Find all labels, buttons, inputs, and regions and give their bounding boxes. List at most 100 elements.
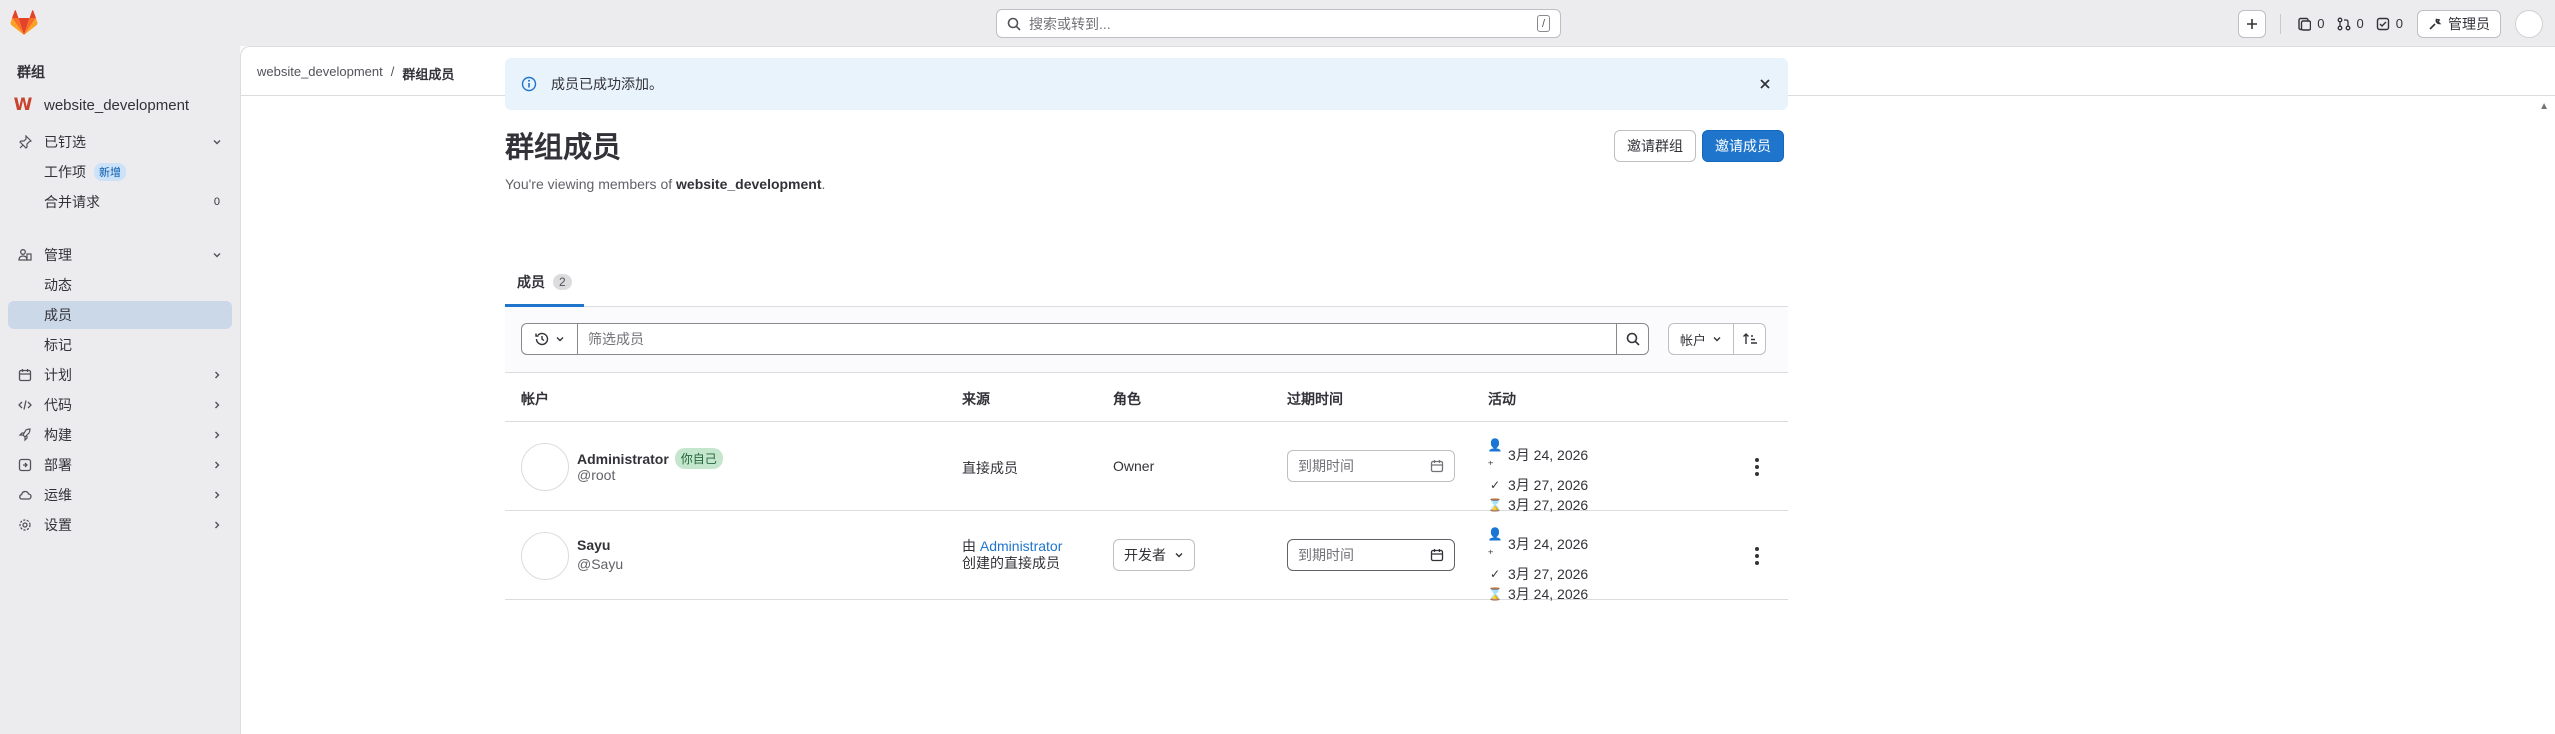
avatar[interactable]	[521, 443, 569, 491]
role-dropdown[interactable]: 开发者	[1113, 539, 1195, 571]
filter-search-button[interactable]	[1617, 323, 1649, 355]
user-avatar[interactable]	[2515, 9, 2543, 38]
top-bar: 搜索或转到... / 0 0 0 管理员	[0, 0, 2555, 46]
more-actions-kebab-icon[interactable]	[1749, 458, 1765, 476]
users-icon	[16, 246, 34, 264]
chevron-right-icon	[212, 397, 222, 413]
user-add-icon: 👤⁺	[1487, 438, 1503, 472]
page-title: 群组成员	[505, 132, 622, 164]
sidebar-group-link[interactable]: W website_development	[12, 94, 189, 116]
breadcrumb: website_development / 群组成员	[257, 64, 454, 83]
issues-button[interactable]: 0	[2291, 10, 2330, 38]
sidebar-item-label: 计划	[44, 367, 72, 383]
column-header-role: 角色	[1113, 391, 1141, 407]
breadcrumb-separator: /	[390, 64, 395, 79]
sidebar-item-labels[interactable]: 标记	[8, 331, 232, 359]
sort-field-dropdown[interactable]: 帐户	[1668, 323, 1734, 355]
source-prefix: 由	[962, 538, 976, 554]
tabs: 成员 2	[505, 260, 1788, 307]
member-source: 直接成员	[962, 460, 1018, 476]
invite-members-button[interactable]: 邀请成员	[1702, 130, 1784, 162]
sidebar-item-build[interactable]: 构建	[8, 421, 232, 449]
chevron-down-icon	[1175, 553, 1183, 558]
member-name-link[interactable]: Sayu	[577, 537, 610, 553]
sidebar-item-label: 代码	[44, 397, 72, 413]
subtitle-prefix: You're viewing members of	[505, 176, 677, 192]
sort-direction-button[interactable]	[1734, 323, 1766, 355]
user-created-date: 3月 27, 2026	[1508, 566, 1589, 582]
member-name-link[interactable]: Administrator	[577, 451, 669, 467]
member-username: @root	[577, 467, 616, 483]
sidebar-item-plan[interactable]: 计划	[8, 361, 232, 389]
member-role: Owner	[1113, 458, 1155, 474]
calendar-icon	[1430, 549, 1444, 562]
rocket-icon	[16, 426, 34, 444]
new-badge: 新增	[94, 163, 126, 181]
plus-icon	[2247, 18, 2258, 29]
filter-members-input[interactable]: 筛选成员	[577, 323, 1617, 355]
tab-label: 成员	[517, 274, 545, 290]
check-icon: ✓	[1489, 478, 1501, 492]
gitlab-logo-icon[interactable]	[10, 10, 38, 36]
merge-requests-button[interactable]: 0	[2331, 10, 2370, 38]
sidebar-item-merge-requests[interactable]: 合并请求 0	[8, 188, 232, 216]
source-suffix: 创建的直接成员	[962, 555, 1060, 571]
column-header-account: 帐户	[521, 391, 549, 407]
table-row: Sayu @Sayu 由 Administrator 创建的直接成员 开发者 到…	[505, 511, 1788, 602]
search-history-dropdown[interactable]	[521, 323, 577, 355]
sidebar-item-label: 合并请求	[44, 194, 100, 210]
sidebar-item-settings[interactable]: 设置	[8, 511, 232, 539]
invite-group-button[interactable]: 邀请群组	[1614, 130, 1696, 162]
column-header-expiration: 过期时间	[1287, 391, 1343, 407]
expiration-date-input[interactable]: 到期时间	[1287, 450, 1455, 482]
chevron-right-icon	[212, 457, 222, 473]
last-activity-date: 3月 24, 2026	[1508, 586, 1589, 602]
sidebar-context-title: 群组	[17, 64, 45, 80]
chevron-right-icon	[212, 517, 222, 533]
close-icon[interactable]	[1758, 77, 1772, 91]
expiration-placeholder: 到期时间	[1298, 547, 1354, 563]
subtitle-group: website_development	[676, 176, 822, 192]
chevron-right-icon	[212, 427, 222, 443]
member-name: Administrator 你自己	[577, 448, 723, 469]
tab-members[interactable]: 成员 2	[505, 260, 584, 307]
breadcrumb-current[interactable]: 群组成员	[402, 64, 454, 83]
create-new-button[interactable]	[2238, 9, 2267, 38]
todos-count: 0	[2395, 16, 2403, 31]
merge-requests-count: 0	[213, 196, 220, 208]
sidebar-item-deploy[interactable]: 部署	[8, 451, 232, 479]
topbar-divider	[2280, 13, 2282, 34]
sidebar-item-members[interactable]: 成员	[8, 301, 232, 329]
check-icon: ✓	[1489, 567, 1501, 581]
chevron-down-icon	[212, 134, 222, 150]
expiration-placeholder: 到期时间	[1298, 458, 1354, 474]
scroll-up-arrow-icon[interactable]: ▲	[2539, 101, 2549, 112]
sidebar-item-label: 动态	[44, 277, 72, 293]
expiration-date-input[interactable]: 到期时间	[1287, 539, 1455, 571]
avatar[interactable]	[521, 532, 569, 580]
source-creator-link[interactable]: Administrator	[980, 538, 1062, 554]
admin-area-button[interactable]: 管理员	[2417, 9, 2501, 38]
sidebar-item-label: 标记	[44, 337, 72, 353]
todo-icon	[2376, 17, 2389, 30]
sidebar-item-pinned[interactable]: 已钉选	[8, 128, 232, 156]
access-granted-date: 3月 24, 2026	[1508, 536, 1589, 552]
filter-bar: 筛选成员 帐户	[505, 307, 1788, 373]
sidebar-item-label: 部署	[44, 457, 72, 473]
sidebar-item-code[interactable]: 代码	[8, 391, 232, 419]
thumbtack-icon	[16, 133, 34, 151]
deployments-icon	[16, 456, 34, 474]
breadcrumb-group-link[interactable]: website_development	[257, 64, 383, 83]
sidebar-item-operate[interactable]: 运维	[8, 481, 232, 509]
page-subtitle: You're viewing members of website_develo…	[505, 176, 825, 192]
global-search[interactable]: 搜索或转到... /	[996, 9, 1561, 38]
sidebar-item-activity[interactable]: 动态	[8, 271, 232, 299]
issues-count: 0	[2317, 16, 2325, 31]
cloud-icon	[16, 486, 34, 504]
more-actions-kebab-icon[interactable]	[1749, 547, 1765, 565]
search-icon	[1007, 17, 1021, 31]
todos-button[interactable]: 0	[2370, 10, 2409, 38]
chevron-right-icon	[212, 487, 222, 503]
sidebar-item-work-items[interactable]: 工作项 新增	[8, 158, 232, 186]
sidebar-item-manage[interactable]: 管理	[8, 241, 232, 269]
